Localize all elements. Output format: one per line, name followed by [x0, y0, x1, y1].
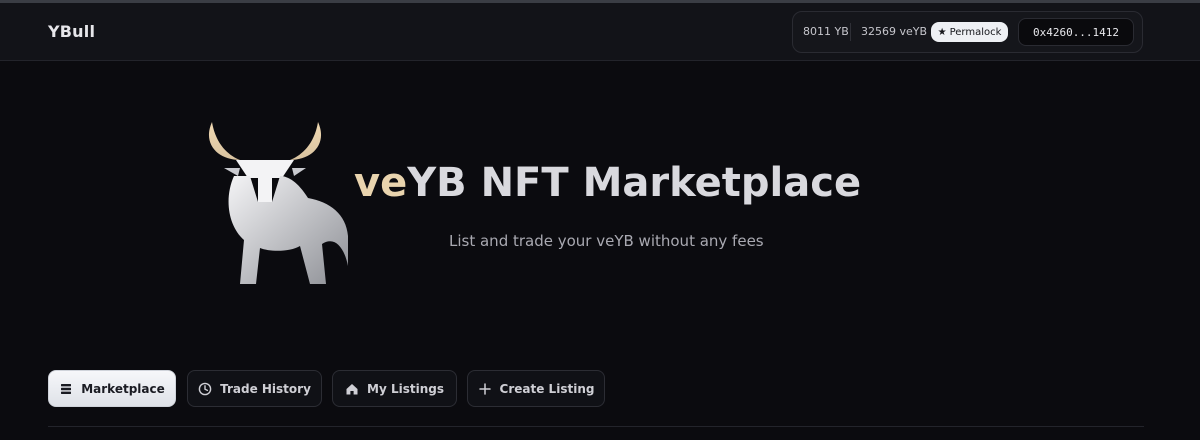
home-icon [345, 382, 359, 396]
wallet-address-button[interactable]: 0x4260...1412 [1018, 18, 1134, 46]
plus-icon [478, 382, 492, 396]
brand-logo-text[interactable]: YBull [48, 22, 95, 41]
permalock-button[interactable]: ★ Permalock [931, 22, 1008, 42]
permalock-label: Permalock [949, 26, 1002, 38]
star-icon: ★ [937, 26, 947, 38]
list-icon [59, 382, 73, 396]
top-header: YBull 8011 YB 32569 veYB ★ Permalock 0x4… [0, 3, 1200, 61]
section-divider [48, 426, 1144, 427]
title-rest: YB NFT Marketplace [407, 160, 862, 206]
page-title: veYB NFT Marketplace [354, 160, 861, 206]
divider [850, 23, 851, 41]
wallet-panel: 8011 YB 32569 veYB ★ Permalock 0x4260...… [792, 11, 1143, 53]
yb-balance: 8011 YB [803, 25, 849, 38]
tab-marketplace[interactable]: Marketplace [48, 370, 176, 407]
tab-trade-history[interactable]: Trade History [187, 370, 322, 407]
tab-label: Trade History [220, 381, 311, 396]
tab-label: Create Listing [499, 381, 595, 396]
bull-logo-icon [200, 116, 352, 288]
tab-my-listings[interactable]: My Listings [332, 370, 457, 407]
title-accent: ve [354, 160, 408, 206]
tab-create-listing[interactable]: Create Listing [467, 370, 605, 407]
clock-icon [198, 382, 212, 396]
veyb-balance: 32569 veYB [861, 25, 928, 38]
page-subtitle: List and trade your veYB without any fee… [449, 232, 764, 250]
tab-label: Marketplace [81, 381, 165, 396]
tab-label: My Listings [367, 381, 444, 396]
